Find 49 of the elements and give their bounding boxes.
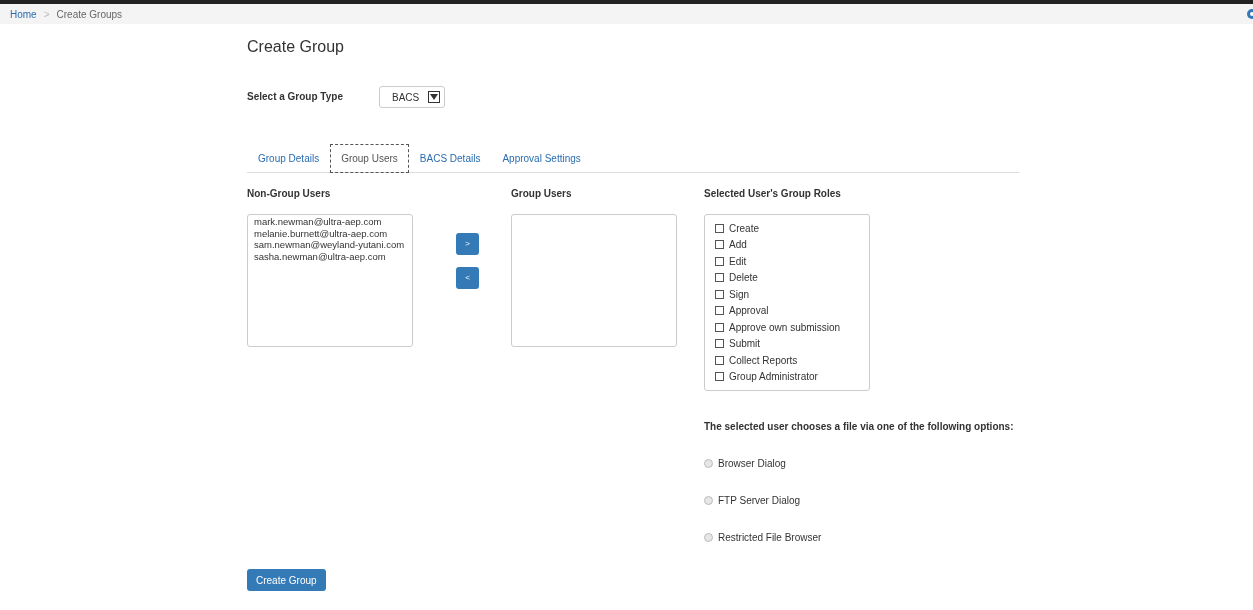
create-group-button[interactable]: Create Group	[247, 569, 326, 592]
checkbox[interactable]	[715, 289, 724, 299]
checkbox-label: Approval	[729, 304, 769, 319]
checkbox[interactable]	[715, 322, 724, 332]
checkbox[interactable]	[715, 273, 724, 283]
radio-label: FTP Server Dialog	[718, 494, 801, 509]
radio-button[interactable]	[704, 496, 713, 506]
checkbox[interactable]	[715, 355, 724, 365]
field-label: Select a Group Type	[247, 90, 344, 105]
dropdown-arrow-icon[interactable]	[428, 91, 441, 104]
group-type-select[interactable]: BACS	[379, 86, 446, 109]
column-heading: Non-Group Users	[247, 187, 332, 202]
checkbox-label: Delete	[729, 271, 758, 286]
checkbox[interactable]	[715, 372, 724, 382]
checkbox[interactable]	[715, 339, 724, 349]
radio-button[interactable]	[704, 533, 713, 543]
breadcrumb-current: Create Groups	[56, 7, 123, 22]
tab[interactable]: Approval Settings	[491, 144, 592, 174]
user-listbox[interactable]: mark.newman@ultra-aep.com melanie.burnett@ultra-aep.com sam.newman@weyland-yutani.com sasha.newman@ultra-aep.com	[247, 214, 413, 348]
checkbox-label: Collect Reports	[729, 353, 798, 368]
checkbox[interactable]	[715, 223, 724, 233]
move-button[interactable]: >	[456, 233, 479, 256]
tab[interactable]: Group Details	[247, 144, 331, 174]
checkbox-label: Submit	[729, 337, 761, 352]
breadcrumb-link[interactable]: Home	[10, 6, 37, 22]
checkbox-label: Sign	[729, 287, 749, 302]
column-heading: Selected User's Group Roles	[704, 187, 842, 202]
radio-label: Browser Dialog	[718, 457, 786, 472]
list-option[interactable]: sasha.newman@ultra-aep.com	[254, 250, 386, 263]
checkbox[interactable]	[715, 240, 724, 250]
tab[interactable]: Group Users	[330, 144, 409, 174]
list-option[interactable]: melanie.burnett@ultra-aep.com	[254, 227, 388, 240]
checkbox-label: Edit	[729, 254, 747, 269]
radio-label: Restricted File Browser	[718, 531, 822, 546]
checkbox[interactable]	[715, 306, 724, 316]
tab[interactable]: BACS Details	[408, 144, 492, 174]
checkbox-label: Group Administrator	[729, 370, 818, 385]
checkbox-label: Create	[729, 221, 759, 236]
radio-button[interactable]	[704, 459, 713, 469]
column-heading: Group Users	[511, 187, 573, 202]
page-title: Create Group	[247, 37, 345, 57]
list-option[interactable]: sam.newman@weyland-yutani.com	[254, 239, 405, 251]
checkbox-label: Approve own submission	[729, 320, 841, 335]
section-heading: The selected user chooses a file via one of the following options:	[704, 420, 1015, 435]
checkbox-label: Add	[729, 238, 747, 253]
move-button[interactable]: <	[456, 267, 479, 290]
list-option[interactable]: mark.newman@ultra-aep.com	[254, 216, 382, 228]
checkbox[interactable]	[715, 256, 724, 266]
breadcrumb-separator: >	[43, 7, 50, 22]
